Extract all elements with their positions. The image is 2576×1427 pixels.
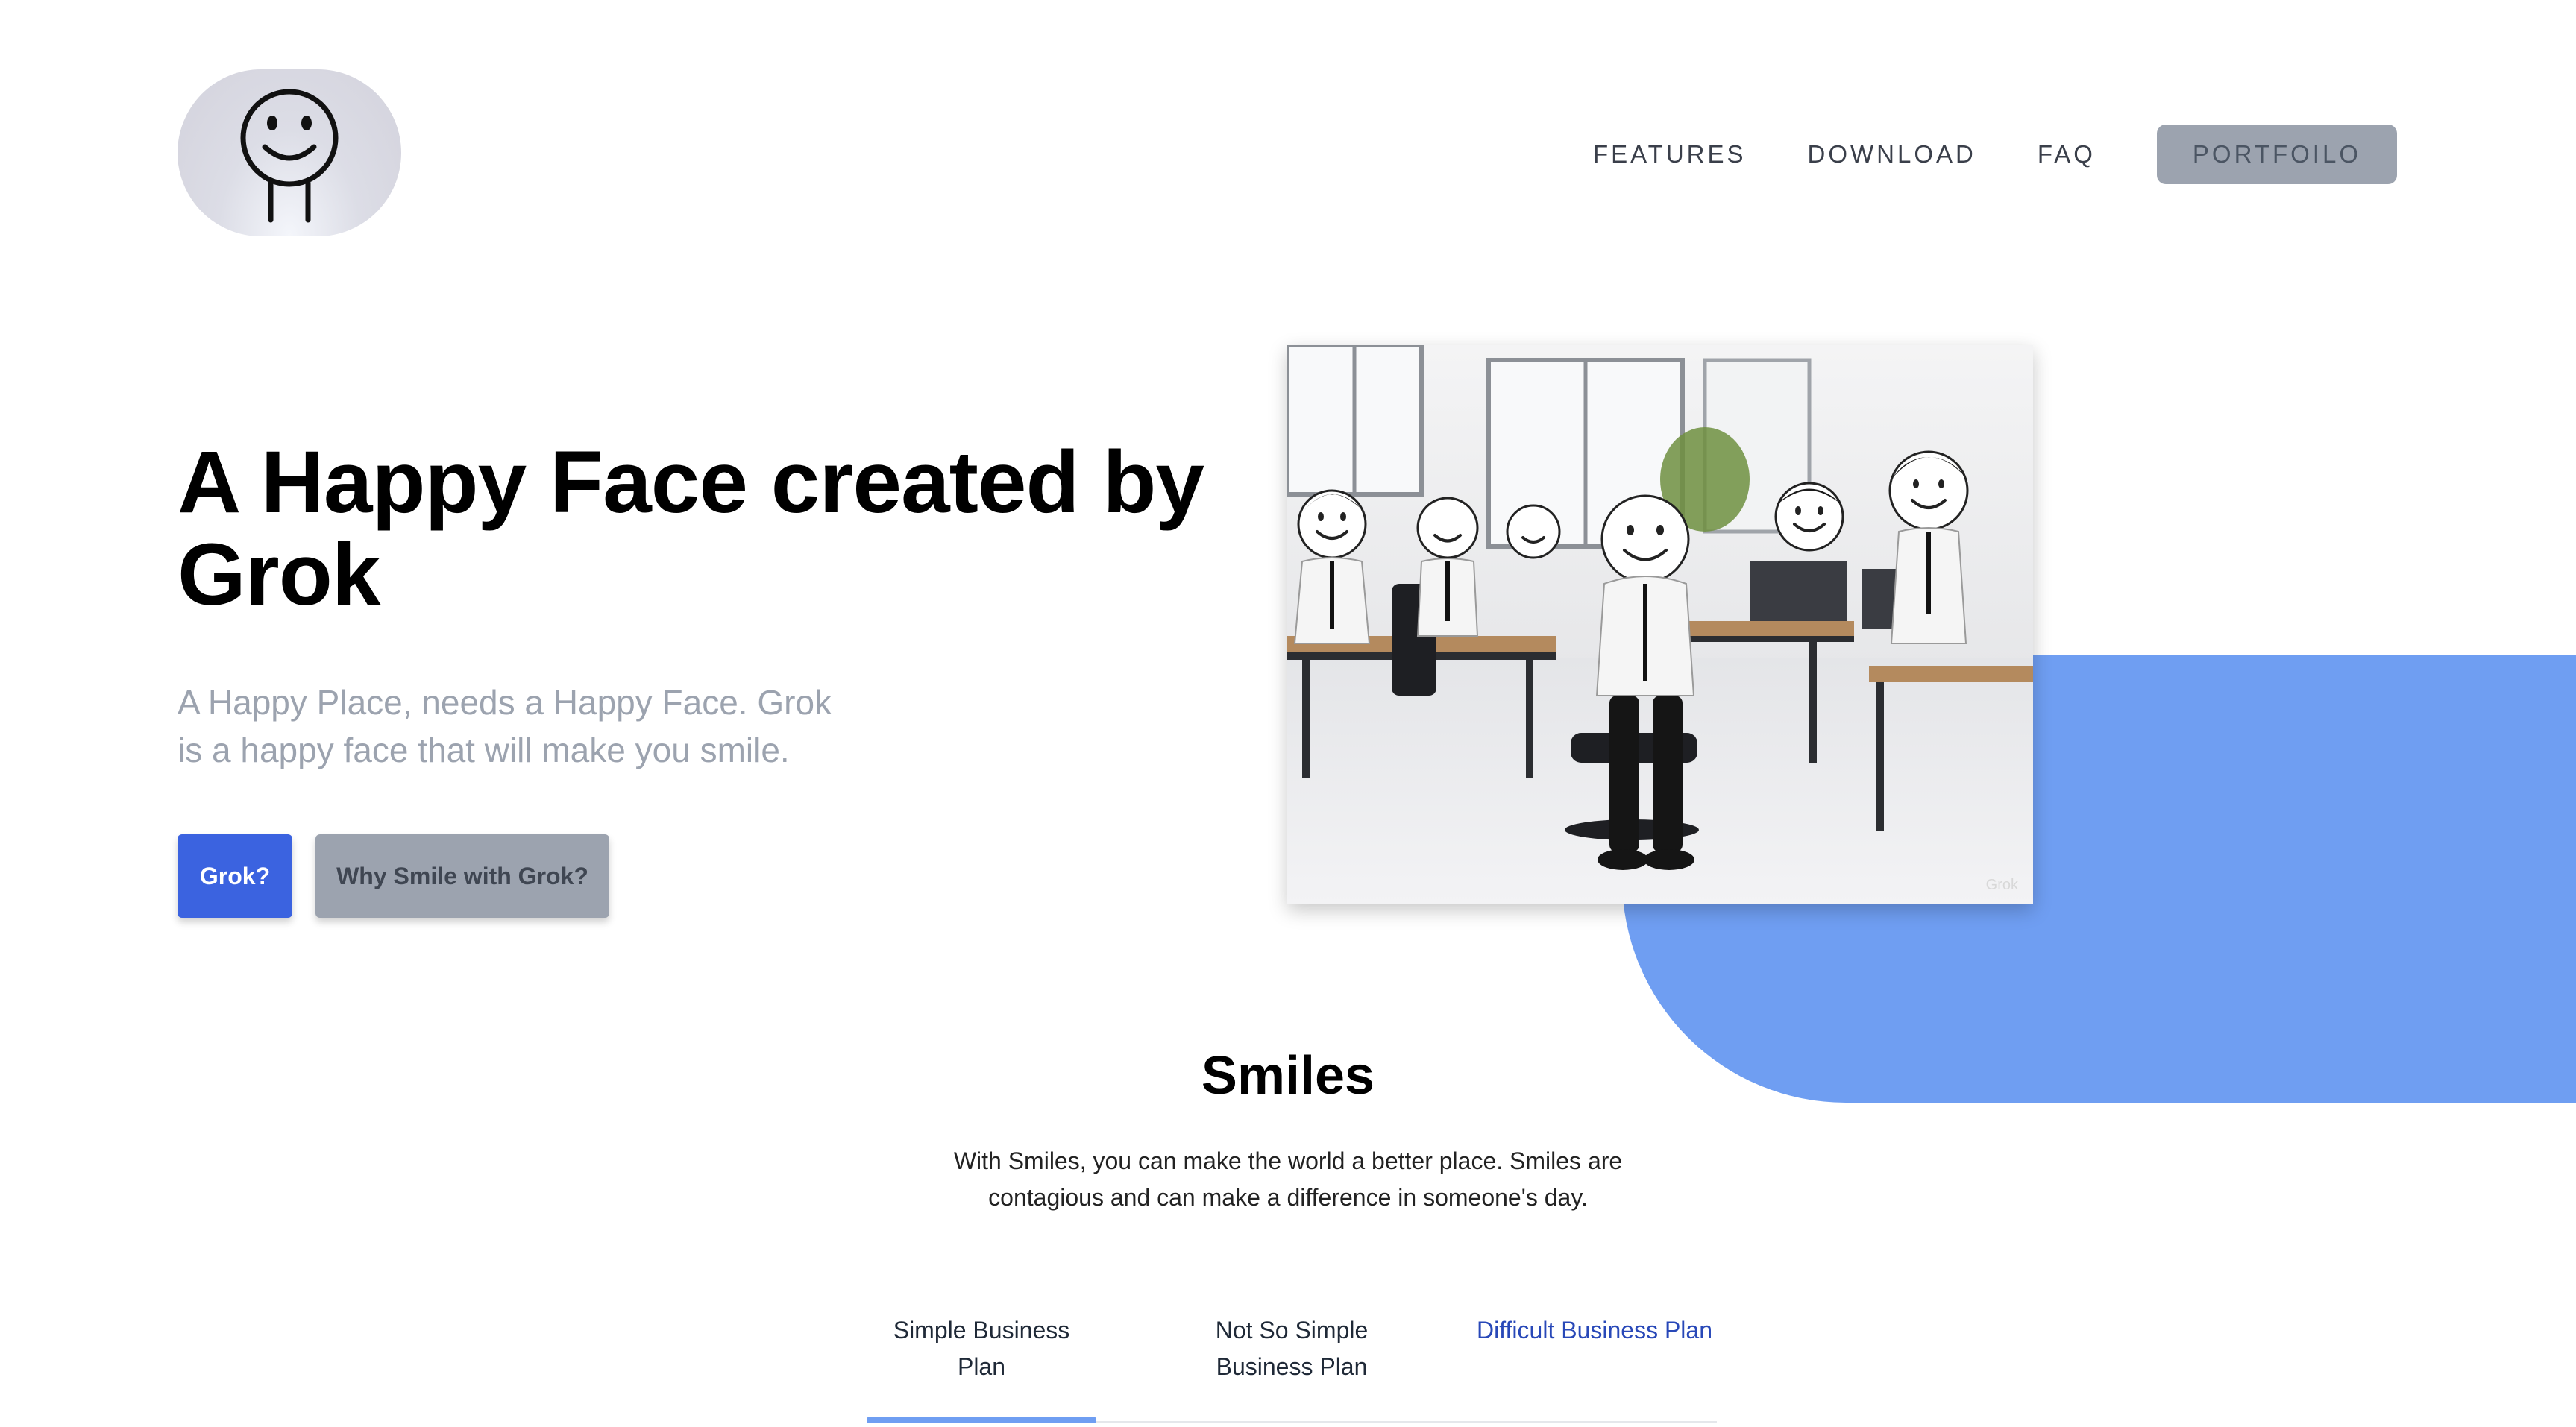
nav-download-link[interactable]: DOWNLOAD [1808, 140, 1976, 168]
nav-faq-link[interactable]: FAQ [2038, 140, 2096, 168]
smiles-description: With Smiles, you can make the world a be… [953, 1147, 1623, 1211]
nav-features-link[interactable]: FEATURES [1593, 140, 1747, 168]
smiley-logo-icon[interactable] [178, 69, 401, 236]
grok-button[interactable]: Grok? [178, 834, 292, 918]
portfolio-button[interactable]: PORTFOILO [2156, 125, 2397, 184]
tab-not-so-simple-business-plan[interactable]: Not So Simple Business Plan [1180, 1312, 1404, 1385]
hero-office-image: Grok [1287, 345, 2033, 904]
image-watermark: Grok [1985, 877, 2018, 893]
why-smile-button[interactable]: Why Smile with Grok? [315, 834, 609, 918]
main-nav: FEATURES DOWNLOAD FAQ PORTFOILO [1593, 125, 2397, 184]
business-plan-tabs: Simple Business Plan Not So Simple Busin… [867, 1312, 1717, 1423]
office-illustration [1287, 345, 2033, 904]
tab-difficult-business-plan[interactable]: Difficult Business Plan [1472, 1312, 1717, 1349]
active-tab-indicator [867, 1417, 1096, 1423]
smiles-title: Smiles [1201, 1046, 1375, 1106]
smiley-face-icon [240, 89, 339, 223]
page: FEATURES DOWNLOAD FAQ PORTFOILO A Happy … [0, 0, 2576, 1427]
hero-subtitle: A Happy Place, needs a Happy Face. Grok … [178, 683, 832, 769]
tab-simple-business-plan[interactable]: Simple Business Plan [867, 1312, 1096, 1385]
hero-title: A Happy Face created by Grok [178, 433, 1204, 624]
